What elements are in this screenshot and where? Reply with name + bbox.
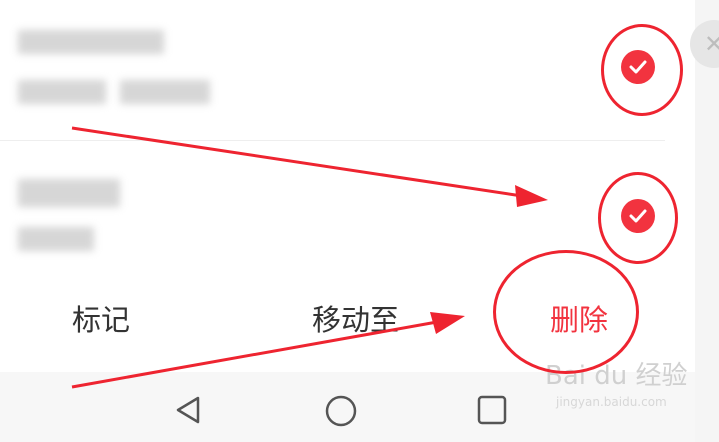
annotation-circle	[601, 24, 683, 116]
recent-square-icon[interactable]	[476, 394, 508, 426]
blurred-title	[18, 30, 164, 54]
annotation-circle	[598, 172, 678, 264]
message-list	[0, 0, 695, 262]
annotation-circle	[493, 250, 639, 374]
blurred-subtitle	[120, 80, 210, 104]
blurred-title	[18, 179, 120, 207]
move-to-button[interactable]: 移动至	[312, 297, 399, 339]
list-item[interactable]	[0, 0, 665, 140]
back-triangle-icon[interactable]	[172, 394, 204, 426]
blurred-subtitle	[18, 80, 106, 104]
list-item[interactable]	[0, 141, 665, 259]
home-circle-icon[interactable]	[324, 394, 358, 428]
mark-button[interactable]: 标记	[72, 297, 130, 339]
blurred-subtitle	[18, 227, 94, 251]
watermark-url: jingyan.baidu.com	[556, 395, 667, 409]
